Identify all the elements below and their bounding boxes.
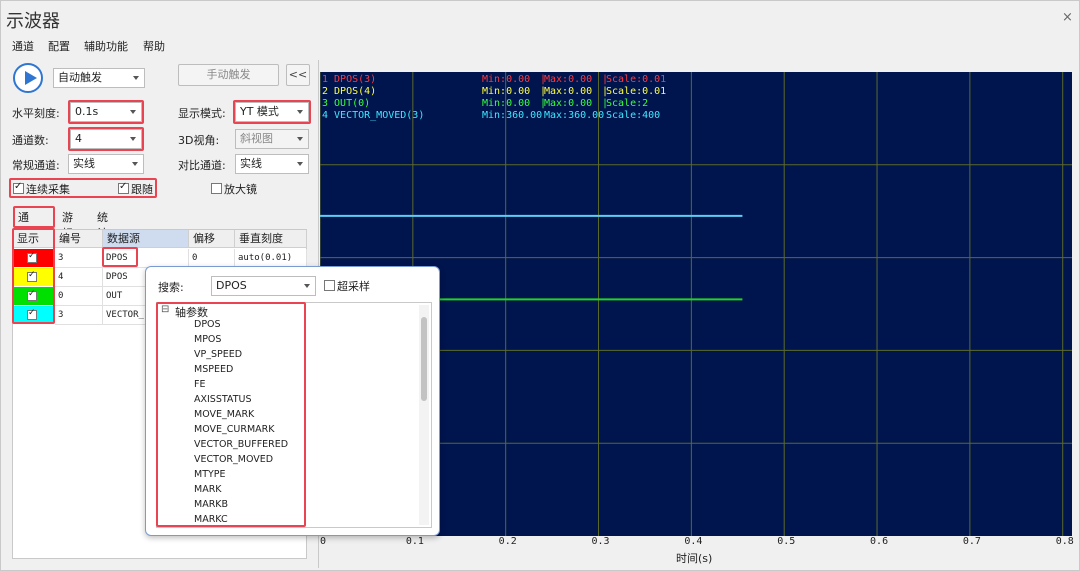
legend-separator: | <box>602 74 609 85</box>
channels-select[interactable]: 4 <box>70 129 142 149</box>
tree-item[interactable]: MARK <box>194 484 222 495</box>
legend-max: Max:0.00 <box>544 74 593 85</box>
legend-separator: | <box>540 74 547 85</box>
normal-channel-select[interactable]: 实线 <box>68 154 144 174</box>
view3d-label: 3D视角: <box>178 134 220 147</box>
legend-name: 3 OUT(0) <box>322 98 371 109</box>
legend-min: Min:0.00 <box>482 98 531 109</box>
tree-root[interactable]: 轴参数 <box>175 304 208 320</box>
compare-channel-label: 对比通道: <box>178 159 226 172</box>
tree-item[interactable]: FE <box>194 379 205 390</box>
follow-label: 跟随 <box>131 183 153 196</box>
menu-help[interactable]: 帮助 <box>143 38 165 54</box>
tree-scroll-thumb[interactable] <box>421 317 427 401</box>
display-mode-label: 显示模式: <box>178 107 226 120</box>
menu-bar: 通道 配置 辅助功能 帮助 <box>0 34 1080 56</box>
x-tick-label: 0.4 <box>684 536 703 547</box>
collapse-button[interactable]: << <box>286 64 310 86</box>
legend-max: Max:0.00 <box>544 98 593 109</box>
col-offset[interactable]: 偏移 <box>189 230 235 248</box>
legend-scale: Scale:2 <box>606 98 649 109</box>
continuous-label: 连续采集 <box>26 183 70 196</box>
legend-separator: | <box>602 98 609 109</box>
window-title: 示波器 <box>6 11 60 32</box>
h-scale-select[interactable]: 0.1s <box>70 102 142 122</box>
x-tick-label: 0.7 <box>962 536 981 547</box>
legend-separator: | <box>602 86 609 97</box>
legend-separator: | <box>540 98 547 109</box>
tree-item[interactable]: MPOS <box>194 334 221 345</box>
legend-scale: Scale:400 <box>606 110 661 121</box>
search-select[interactable]: DPOS <box>211 276 316 296</box>
tree-scrollbar[interactable] <box>419 305 429 525</box>
tree-item[interactable]: AXISSTATUS <box>194 394 251 405</box>
trigger-mode-select[interactable]: 自动触发 <box>53 68 145 88</box>
legend-min: Min:0.00 <box>482 86 531 97</box>
normal-channel-label: 常规通道: <box>12 159 60 172</box>
col-display[interactable]: 显示 <box>13 230 55 248</box>
row4-id: 3 <box>55 306 103 325</box>
menu-tools[interactable]: 辅助功能 <box>84 38 128 54</box>
legend-max: Max:360.00 <box>544 110 605 121</box>
tree-item[interactable]: MOVE_MARK <box>194 409 254 420</box>
follow-checkbox[interactable] <box>118 181 129 194</box>
h-scale-label: 水平刻度: <box>12 107 60 120</box>
x-tick-label: 0.3 <box>591 536 610 547</box>
x-tick-label: 0.6 <box>870 536 889 547</box>
oversample-checkbox[interactable] <box>324 280 335 291</box>
search-label: 搜索: <box>158 281 184 294</box>
tree-collapse-icon[interactable]: ⊟ <box>161 304 169 315</box>
magnifier-checkbox[interactable] <box>211 183 222 194</box>
col-source[interactable]: 数据源 <box>103 230 189 248</box>
continuous-checkbox[interactable] <box>13 181 24 194</box>
row1-id: 3 <box>55 249 103 268</box>
x-axis-label: 时间(s) <box>676 552 713 565</box>
source-tree: ⊟ 轴参数 DPOS MPOS VP_SPEED MSPEED FE AXISSTATUS… <box>156 302 432 528</box>
legend-min: Min:0.00 <box>482 74 531 85</box>
x-tick-label: 0.1 <box>405 536 424 547</box>
col-vscale[interactable]: 垂直刻度 <box>235 230 307 248</box>
view3d-select[interactable]: 斜视图 <box>235 129 309 149</box>
menu-config[interactable]: 配置 <box>48 38 70 54</box>
x-tick-label: 0.5 <box>777 536 796 547</box>
channels-label: 通道数: <box>12 134 49 147</box>
tree-item[interactable]: MOVE_CURMARK <box>194 424 274 435</box>
legend-name: 1 DPOS(3) <box>322 74 377 85</box>
x-tick-label: 0 <box>320 536 327 547</box>
row2-color[interactable] <box>14 268 54 286</box>
tree-item[interactable]: MTYPE <box>194 469 226 480</box>
tree-item[interactable]: MSPEED <box>194 364 233 375</box>
tree-item[interactable]: MARKC <box>194 514 228 525</box>
row2-id: 4 <box>55 268 103 287</box>
compare-channel-select[interactable]: 实线 <box>235 154 309 174</box>
display-mode-select[interactable]: YT 模式 <box>235 102 309 122</box>
menu-channel[interactable]: 通道 <box>12 38 34 54</box>
legend-scale: Scale:0.01 <box>606 74 667 85</box>
oversample-label: 超采样 <box>337 280 370 293</box>
tree-item[interactable]: MARKB <box>194 499 228 510</box>
legend-name: 2 DPOS(4) <box>322 86 377 97</box>
legend-min: Min:360.00 <box>482 110 543 121</box>
x-tick-label: 0.8 <box>1055 536 1074 547</box>
tree-item[interactable]: DPOS <box>194 319 221 330</box>
row1-color[interactable] <box>14 249 54 267</box>
row3-color[interactable] <box>14 287 54 305</box>
legend-max: Max:0.00 <box>544 86 593 97</box>
legend-separator: | <box>540 86 547 97</box>
tree-item[interactable]: VP_SPEED <box>194 349 242 360</box>
source-picker-popup: 搜索: DPOS 超采样 ⊟ 轴参数 DPOS MPOS VP_SPEED MSPEE… <box>145 266 440 536</box>
magnifier-label: 放大镜 <box>224 183 257 196</box>
row3-id: 0 <box>55 287 103 306</box>
row4-color[interactable] <box>14 306 54 324</box>
legend-scale: Scale:0.01 <box>606 86 667 97</box>
legend-name: 4 VECTOR_MOVED(3) <box>322 110 425 121</box>
x-tick-label: 0.2 <box>498 536 517 547</box>
tree-item[interactable]: VECTOR_MOVED <box>194 454 273 465</box>
tree-item[interactable]: VECTOR_BUFFERED <box>194 439 288 450</box>
play-button[interactable] <box>13 63 43 93</box>
close-icon[interactable]: × <box>1062 10 1073 25</box>
manual-trigger-button[interactable]: 手动触发 <box>178 64 279 86</box>
col-id[interactable]: 编号 <box>55 230 103 248</box>
